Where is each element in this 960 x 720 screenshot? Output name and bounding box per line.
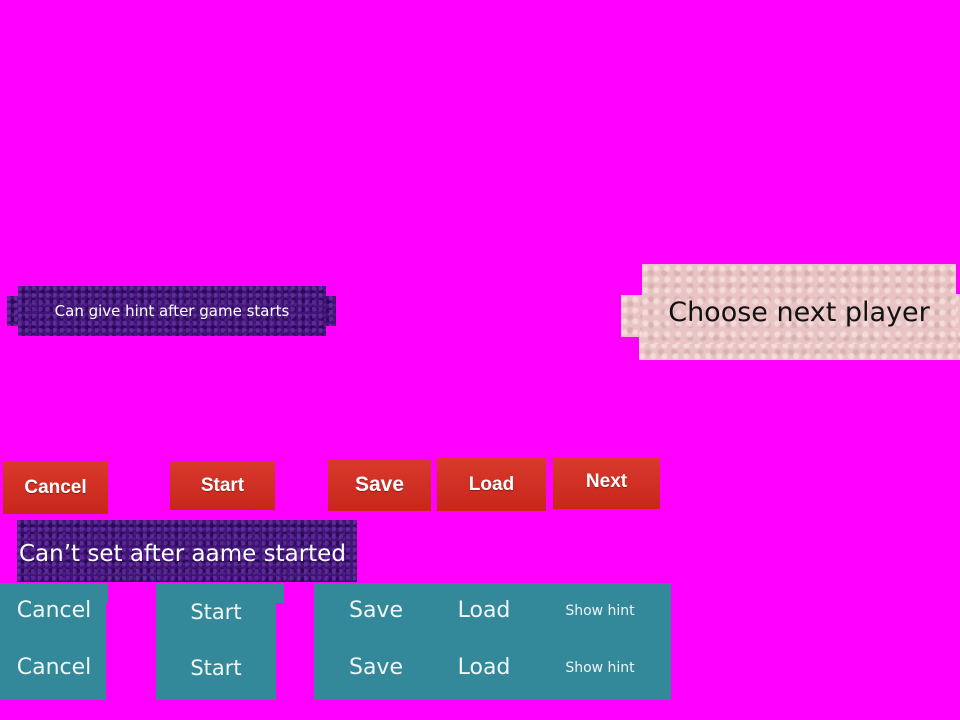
choose-player-button[interactable]: Choose next player (642, 264, 956, 344)
load-button[interactable]: Load (437, 458, 546, 511)
choose-player-label: Choose next player (668, 296, 930, 328)
teal-cancel-button-2[interactable]: Cancel (0, 649, 108, 685)
hint-note-plate: Can give hint after game starts (18, 286, 326, 336)
teal-save-button-2[interactable]: Save (326, 649, 426, 685)
teal-cancel-button-1[interactable]: Cancel (0, 592, 108, 628)
teal-panel-start-notch (276, 583, 284, 603)
set-note-plate: Can’t set after aame started (17, 520, 357, 582)
cancel-button[interactable]: Cancel (3, 461, 108, 514)
teal-start-button-1[interactable]: Start (156, 594, 276, 630)
game-screen: Can give hint after game starts Choose n… (0, 0, 960, 720)
teal-save-button-1[interactable]: Save (326, 592, 426, 628)
teal-show-hint-button-1[interactable]: Show hint (550, 593, 650, 629)
teal-show-hint-button-2[interactable]: Show hint (550, 650, 650, 686)
teal-load-button-2[interactable]: Load (434, 649, 534, 685)
next-button[interactable]: Next (553, 458, 660, 509)
hint-note-text: Can give hint after game starts (54, 302, 290, 320)
save-button[interactable]: Save (328, 459, 431, 511)
teal-start-button-2[interactable]: Start (156, 650, 276, 686)
set-note-text: Can’t set after aame started (19, 541, 346, 567)
start-button[interactable]: Start (170, 461, 275, 510)
teal-load-button-1[interactable]: Load (434, 592, 534, 628)
